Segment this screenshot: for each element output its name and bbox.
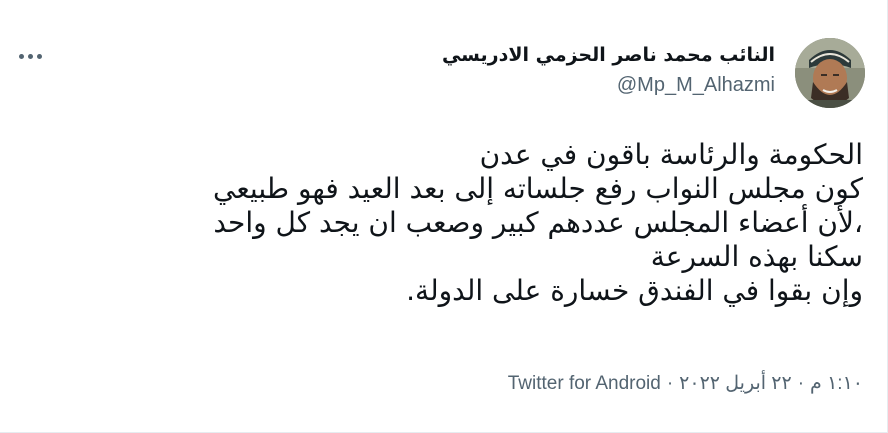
avatar-image — [795, 38, 865, 108]
more-options-icon[interactable] — [14, 44, 46, 68]
author-names: النائب محمد ناصر الحزمي الادريسي @Mp_M_A… — [442, 42, 775, 100]
tweet-line: سكنا بهذه السرعة — [650, 240, 863, 273]
tweet-line: الحكومة والرئاسة باقون في عدن — [479, 138, 863, 171]
meta-separator: · — [666, 373, 674, 394]
tweet-line: ،لأن أعضاء المجلس عددهم كبير وصعب ان يجد… — [213, 206, 863, 239]
tweet-meta: ١:١٠ م·٢٢ أبريل ٢٠٢٢·Twitter for Android — [508, 372, 863, 395]
meta-separator: · — [797, 373, 805, 394]
tweet-line: كون مجلس النواب رفع جلساته إلى بعد العيد… — [213, 172, 863, 205]
more-dot — [36, 53, 42, 59]
author-display-name[interactable]: النائب محمد ناصر الحزمي الادريسي — [442, 42, 775, 68]
more-dot — [18, 53, 24, 59]
tweet-text: الحكومة والرئاسة باقون في عدن كون مجلس ا… — [40, 138, 863, 308]
more-dot — [27, 53, 33, 59]
tweet-date[interactable]: ٢٢ أبريل ٢٠٢٢ — [679, 373, 792, 394]
user-avatar[interactable] — [795, 38, 865, 108]
tweet-header: النائب محمد ناصر الحزمي الادريسي @Mp_M_A… — [14, 38, 865, 110]
author-handle[interactable]: @Mp_M_Alhazmi — [442, 70, 775, 100]
tweet-time[interactable]: ١:١٠ م — [810, 373, 863, 394]
tweet-card: النائب محمد ناصر الحزمي الادريسي @Mp_M_A… — [0, 0, 888, 433]
tweet-line: وإن بقوا في الفندق خسارة على الدولة. — [406, 274, 863, 307]
tweet-source[interactable]: Twitter for Android — [508, 373, 661, 394]
